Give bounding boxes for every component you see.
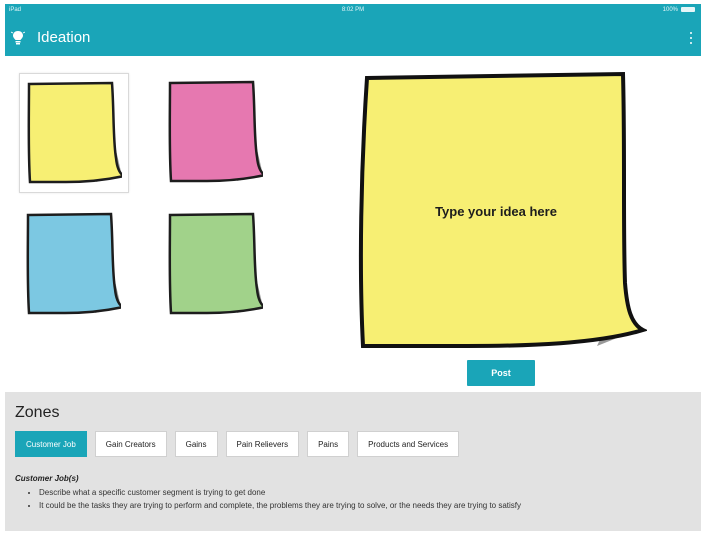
- tab-products-and-services[interactable]: Products and Services: [357, 431, 460, 457]
- sticky-note-yellow-icon: [27, 81, 122, 184]
- zone-tabs: Customer Job Gain Creators Gains Pain Re…: [15, 431, 460, 457]
- app-frame: iPad 8:02 PM 100% Ideation Type your ide…: [5, 4, 701, 531]
- tab-customer-job[interactable]: Customer Job: [15, 431, 87, 457]
- zones-panel: Zones Customer Job Gain Creators Gains P…: [5, 392, 701, 531]
- note-swatch-blue[interactable]: [19, 205, 127, 323]
- idea-placeholder-text[interactable]: Type your idea here: [357, 204, 635, 219]
- note-color-palette: [5, 59, 281, 389]
- battery-icon: [681, 7, 695, 12]
- zone-description-title: Customer Job(s): [15, 474, 79, 483]
- tab-pain-relievers[interactable]: Pain Relievers: [225, 431, 300, 457]
- tab-gains[interactable]: Gains: [174, 431, 218, 457]
- zones-heading: Zones: [15, 404, 60, 421]
- post-button[interactable]: Post: [467, 360, 535, 386]
- app-bar: Ideation: [5, 18, 701, 56]
- battery-label: 100%: [662, 7, 678, 14]
- sticky-note-pink-icon: [168, 80, 263, 183]
- idea-note-editor[interactable]: Type your idea here: [357, 68, 649, 358]
- list-item: Describe what a specific customer segmen…: [39, 488, 521, 497]
- note-swatch-pink[interactable]: [161, 73, 269, 191]
- zone-description-list: Describe what a specific customer segmen…: [15, 488, 521, 514]
- note-swatch-yellow[interactable]: [19, 73, 129, 193]
- note-swatch-green[interactable]: [161, 205, 269, 323]
- tab-pains[interactable]: Pains: [307, 431, 350, 457]
- tab-gain-creators[interactable]: Gain Creators: [94, 431, 167, 457]
- sticky-note-blue-icon: [26, 212, 121, 315]
- kebab-menu-icon[interactable]: [689, 32, 693, 46]
- clock: 8:02 PM: [341, 7, 365, 13]
- app-title: Ideation: [37, 29, 91, 46]
- status-bar: iPad 8:02 PM 100%: [5, 4, 701, 18]
- lightbulb-icon: [11, 31, 25, 45]
- battery-indicator: 100%: [663, 7, 695, 13]
- sticky-note-green-icon: [168, 212, 263, 315]
- list-item: It could be the tasks they are trying to…: [39, 501, 521, 510]
